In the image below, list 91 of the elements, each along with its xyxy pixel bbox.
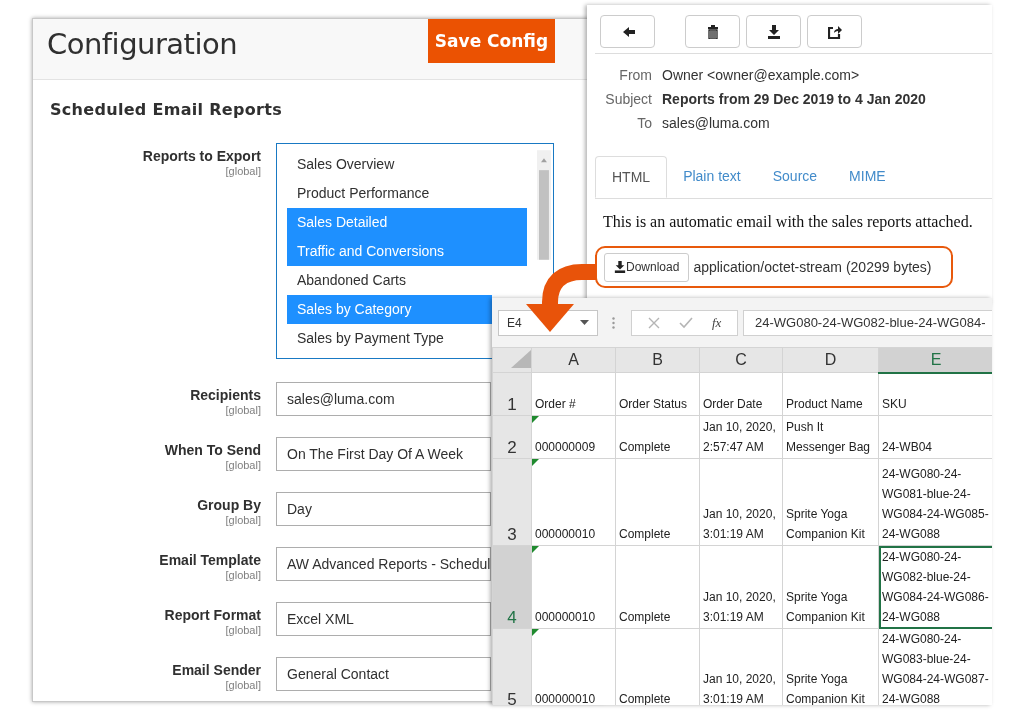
download-button[interactable]: Download <box>604 252 690 282</box>
table-cell: SKU <box>882 397 907 411</box>
header-value: Reports from 29 Dec 2019 to 4 Jan 2020 <box>662 90 927 108</box>
scope-label: [global] <box>225 404 261 416</box>
input-field[interactable]: Excel XML <box>276 602 491 636</box>
tab[interactable]: Source <box>756 156 834 198</box>
more-dots-icon <box>612 316 615 329</box>
page-title: Configuration <box>47 27 238 61</box>
tab[interactable]: Plain text <box>667 156 757 198</box>
column-header[interactable]: C <box>699 347 783 373</box>
header-label: To <box>636 114 652 132</box>
table-cell: 24-WB04 <box>882 440 933 454</box>
header-label: From <box>618 66 652 84</box>
table-cell: Order # <box>535 397 576 411</box>
column-header[interactable]: B <box>615 347 700 373</box>
delete-button[interactable] <box>685 15 740 48</box>
table-cell: Jan 10, 2020, 2:57:47 AM <box>703 420 776 454</box>
table-cell: 000000010 <box>535 610 596 624</box>
table-cell: Jan 10, 2020, 3:01:19 AM <box>703 590 776 624</box>
share-icon <box>827 24 842 39</box>
row-header[interactable]: 1 <box>492 372 532 416</box>
scope-label: [global] <box>225 569 261 581</box>
email-body-text: This is an automatic email with the sales reports attached. <box>602 212 974 231</box>
scope-label: [global] <box>225 679 261 691</box>
trash-icon <box>705 24 720 39</box>
back-button[interactable] <box>600 15 655 48</box>
row-header[interactable]: 2 <box>492 415 532 459</box>
table-cell: Sprite Yoga Companion Kit <box>786 672 865 705</box>
input-field[interactable]: sales@luma.com <box>276 382 491 416</box>
list-option[interactable]: Product Performance <box>287 179 528 208</box>
check-icon <box>678 316 693 329</box>
row-header[interactable]: 4 <box>492 545 532 629</box>
download-icon <box>766 24 781 39</box>
column-header[interactable]: E <box>878 347 992 373</box>
formula-field[interactable]: 24-WG080-24-WG082-blue-24-WG084- <box>743 309 992 336</box>
table-cell: 000000010 <box>535 692 596 705</box>
table-cell: Sprite Yoga Companion Kit <box>786 590 865 624</box>
table-cell: 000000010 <box>535 527 596 541</box>
field-label: Reports to Export <box>142 148 261 164</box>
scope-label: [global] <box>225 165 261 177</box>
table-cell: Sprite Yoga Companion Kit <box>786 507 865 541</box>
field-label: Report Format <box>164 607 261 623</box>
column-header[interactable]: A <box>531 347 616 373</box>
table-cell: Jan 10, 2020, 3:01:19 AM <box>703 672 776 705</box>
scope-label: [global] <box>225 624 261 636</box>
table-cell: 24-WG080-24-WG083-blue-24-WG084-24-WG087-24-WG088 <box>882 632 989 705</box>
scope-label: [global] <box>225 514 261 526</box>
table-cell: Complete <box>619 610 671 624</box>
tab[interactable]: HTML <box>595 156 668 198</box>
header-value: Owner <owner@example.com> <box>662 66 861 84</box>
input-field[interactable]: General Contact <box>276 657 491 691</box>
table-cell: Complete <box>619 527 671 541</box>
list-option[interactable]: Sales Overview <box>287 150 528 179</box>
dropdown-caret-icon <box>580 320 589 325</box>
header-value: sales@luma.com <box>662 114 771 132</box>
download-button[interactable] <box>746 15 801 48</box>
row-header[interactable]: 5 <box>492 628 532 705</box>
row-header[interactable]: 3 <box>492 458 532 546</box>
field-label: Group By <box>197 497 261 513</box>
input-field[interactable]: AW Advanced Reports - Schedul <box>276 547 491 581</box>
select-all-icon <box>511 350 531 368</box>
table-cell: Complete <box>619 440 671 454</box>
list-option[interactable]: Sales by Payment Type <box>287 324 492 353</box>
field-label: Email Template <box>159 552 261 568</box>
table-cell: Order Date <box>703 397 763 411</box>
input-field[interactable]: On The First Day Of A Week <box>276 437 491 471</box>
scope-label: [global] <box>225 459 261 471</box>
table-cell: 24-WG080-24-WG081-blue-24-WG084-24-WG085-24-WG088 <box>882 467 989 541</box>
field-label: When To Send <box>164 442 261 458</box>
table-cell: Order Status <box>619 397 688 411</box>
cancel-icon <box>647 316 660 329</box>
cell-reference: E4 <box>507 315 522 330</box>
download-icon <box>614 261 626 273</box>
table-cell: Complete <box>619 692 671 705</box>
table-cell: 000000009 <box>535 440 596 454</box>
table-cell: Push It Messenger Bag <box>786 420 871 454</box>
section-title: Scheduled Email Reports <box>50 100 283 119</box>
save-config-button[interactable]: Save Config <box>428 19 555 63</box>
table-cell: Jan 10, 2020, 3:01:19 AM <box>703 507 776 541</box>
column-header[interactable]: D <box>782 347 879 373</box>
header-label: Subject <box>604 90 652 108</box>
table-cell: Product Name <box>786 397 863 411</box>
input-field[interactable]: Day <box>276 492 491 526</box>
table-cell: 24-WG080-24-WG082-blue-24-WG084-24-WG086-24-WG088 <box>882 550 989 624</box>
function-label: fx <box>712 314 722 331</box>
forward-button[interactable] <box>807 15 862 48</box>
attachment-type: application/octet-stream (20299 bytes) <box>693 259 932 275</box>
field-label: Email Sender <box>172 662 261 678</box>
field-label: Recipients <box>190 387 261 403</box>
list-option[interactable]: Abandoned Carts <box>287 266 528 295</box>
tab[interactable]: MIME <box>833 156 902 198</box>
